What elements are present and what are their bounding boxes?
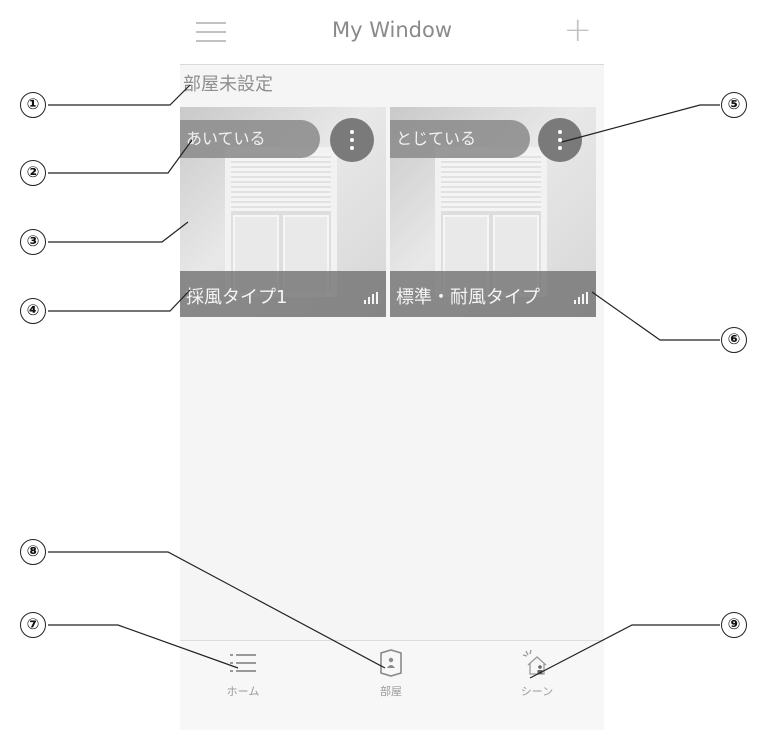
callout-3: ③	[20, 229, 46, 255]
callout-leader-lines	[48, 84, 720, 679]
callout-1: ①	[20, 92, 46, 118]
callout-9: ⑨	[721, 612, 747, 638]
callout-4: ④	[20, 298, 46, 324]
callout-7: ⑦	[20, 612, 46, 638]
callout-5: ⑤	[721, 92, 747, 118]
callout-6: ⑥	[721, 327, 747, 353]
callout-8: ⑧	[20, 539, 46, 565]
callout-2: ②	[20, 160, 46, 186]
